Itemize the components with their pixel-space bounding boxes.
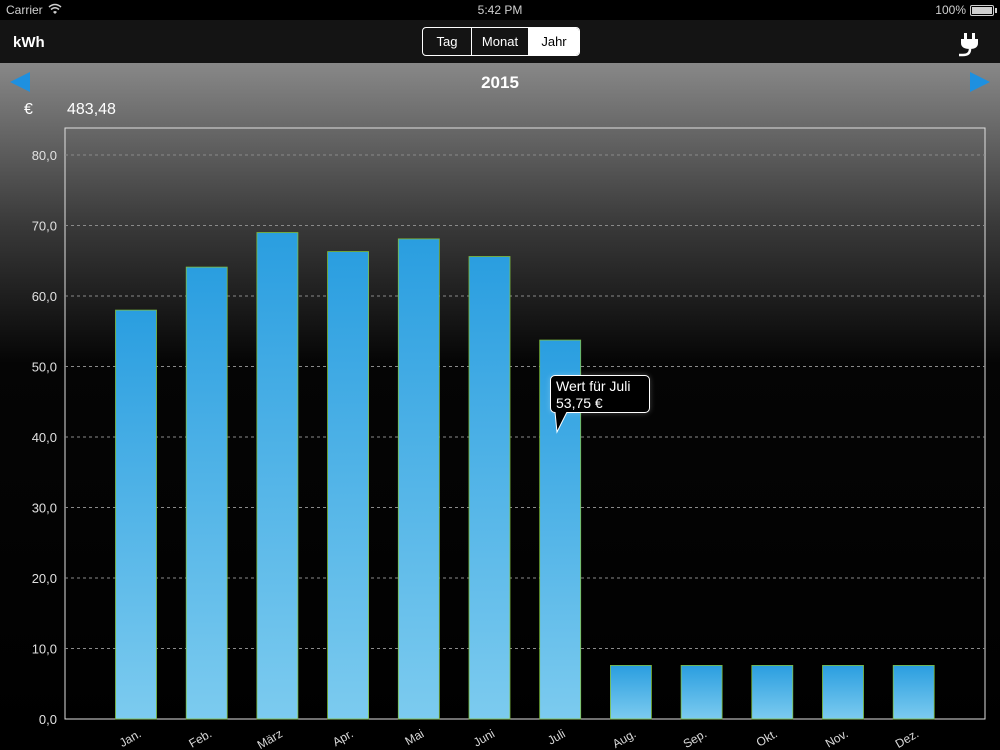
tooltip-tail xyxy=(554,412,568,434)
x-tick-label: Aug. xyxy=(610,726,638,750)
y-tick-label: 20,0 xyxy=(32,571,57,586)
value-tooltip: Wert für Juli 53,75 € xyxy=(550,375,650,413)
x-tick-label: März xyxy=(255,726,285,750)
x-tick-label: Mai xyxy=(403,726,427,748)
y-tick-label: 0,0 xyxy=(39,712,57,727)
x-tick-label: Sep. xyxy=(681,726,709,750)
x-tick-label: Juli xyxy=(545,726,568,747)
x-tick-label: Jan. xyxy=(117,726,144,749)
tooltip-value: 53,75 € xyxy=(556,395,603,411)
x-tick-label: Okt. xyxy=(754,726,780,749)
x-tick-label: Nov. xyxy=(823,726,851,750)
bar-dez[interactable] xyxy=(892,665,935,720)
bar-feb[interactable] xyxy=(185,266,228,720)
x-tick-label: Juni xyxy=(471,726,497,749)
bar-apr[interactable] xyxy=(327,251,370,720)
bar-aug[interactable] xyxy=(610,665,652,720)
y-tick-label: 60,0 xyxy=(32,289,57,304)
bar-märz[interactable] xyxy=(256,232,299,720)
x-tick-label: Feb. xyxy=(186,726,214,750)
y-tick-label: 30,0 xyxy=(32,501,57,516)
bar-okt[interactable] xyxy=(751,665,794,720)
bar-juni[interactable] xyxy=(468,256,511,720)
y-tick-label: 50,0 xyxy=(32,360,57,375)
bar-mai[interactable] xyxy=(397,238,440,720)
bar-chart: 0,0 10,0 20,0 30,0 40,0 50,0 60,0 70,0 80,0 Jan. F… xyxy=(32,127,986,750)
y-tick-label: 80,0 xyxy=(32,148,57,163)
bar-sep[interactable] xyxy=(680,665,723,720)
bar-jan[interactable] xyxy=(115,309,157,720)
bar-nov[interactable] xyxy=(822,665,864,720)
x-tick-label: Dez. xyxy=(893,726,921,750)
y-tick-label: 70,0 xyxy=(32,219,57,234)
x-tick-label: Apr. xyxy=(330,726,355,749)
y-tick-label: 40,0 xyxy=(32,430,57,445)
tooltip-title: Wert für Juli xyxy=(556,378,631,394)
y-tick-label: 10,0 xyxy=(32,642,57,657)
